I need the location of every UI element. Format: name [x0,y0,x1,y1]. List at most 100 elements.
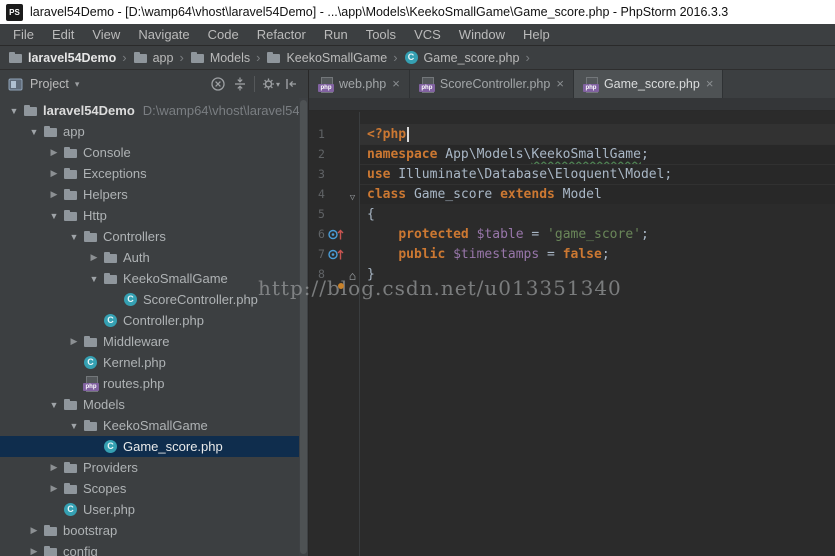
tree-scrollbar[interactable] [299,98,308,556]
expand-arrow-icon[interactable] [45,147,63,158]
breadcrumb-item[interactable]: app [133,50,190,65]
code-line: 1 <?php [309,124,835,144]
breadcrumb-item[interactable]: KeekoSmallGame [266,50,403,65]
expand-arrow-icon[interactable] [65,421,83,431]
menu-item[interactable]: Refactor [248,24,315,45]
breadcrumb-item[interactable]: laravel54Demo [8,50,133,65]
menu-item[interactable]: Edit [43,24,83,45]
code-token: 'game_score' [547,227,641,242]
code-line-text: use Illuminate\Database\Eloquent\Model; [359,164,835,184]
menu-item[interactable]: Help [514,24,559,45]
code-editor[interactable]: 1 <?php 2 [309,98,835,556]
tree-item-label: KeekoSmallGame [103,418,208,433]
tree-item[interactable]: laravel54Demo D:\wamp64\vhost\laravel54D… [0,100,308,121]
tree-item[interactable]: app [0,121,308,142]
collapse-all-icon[interactable] [229,74,251,94]
tree-item[interactable]: Controllers [0,226,308,247]
editor-gutter: 3 [309,164,359,184]
expand-arrow-icon[interactable] [85,252,103,263]
expand-arrow-icon[interactable] [65,336,83,347]
hide-panel-icon[interactable] [280,74,302,94]
code-line-text: namespace App\Models\KeekoSmallGame; [359,144,835,164]
code-line: 5 { [309,204,835,224]
menu-item[interactable]: Navigate [129,24,198,45]
breadcrumb-item[interactable]: Game_score.php [404,50,536,65]
tree-item[interactable]: User.php [0,499,308,520]
tree-item[interactable]: Exceptions [0,163,308,184]
menu-item[interactable]: Tools [357,24,405,45]
tree-item[interactable]: Controller.php [0,310,308,331]
line-number: 1 [309,127,328,141]
tree-item[interactable]: Scopes [0,478,308,499]
expand-arrow-icon[interactable] [25,127,43,137]
tree-item[interactable]: KeekoSmallGame [0,415,308,436]
tree-item[interactable]: Kernel.php [0,352,308,373]
tree-item-label: bootstrap [63,523,117,538]
tree-item[interactable]: Models [0,394,308,415]
editor-tab[interactable]: Game_score.php [574,70,723,98]
project-panel-title[interactable]: Project [30,77,69,91]
expand-arrow-icon[interactable] [45,211,63,221]
watermark-dot [338,283,344,289]
expand-arrow-icon[interactable] [65,232,83,242]
menu-item[interactable]: VCS [405,24,450,45]
close-icon[interactable] [392,79,400,89]
chevron-right-icon [525,50,529,65]
tree-item[interactable]: Providers [0,457,308,478]
tree-item-icon [63,397,79,412]
override-gutter-icon[interactable] [328,247,345,262]
chevron-down-icon[interactable] [75,79,80,90]
menu-item[interactable]: View [83,24,129,45]
tree-item-label: Console [83,145,131,160]
tree-item-label: Middleware [103,334,169,349]
close-icon[interactable] [556,79,564,89]
code-line-text: public $timestamps = false; [359,244,835,264]
tree-item[interactable]: Helpers [0,184,308,205]
tree-item[interactable]: Console [0,142,308,163]
code-token: Illuminate\Database\Eloquent\Model; [390,167,672,182]
tree-item-label: app [63,124,85,139]
tree-item-icon [63,145,79,160]
expand-arrow-icon[interactable] [45,189,63,200]
menu-item[interactable]: Code [199,24,248,45]
tree-item-label: Controller.php [123,313,204,328]
tree-item[interactable]: routes.php [0,373,308,394]
breadcrumb: laravel54Demo app Models KeekoSmallGame [8,50,536,65]
expand-arrow-icon[interactable] [45,483,63,494]
editor-tab[interactable]: ScoreController.php [410,70,574,98]
override-gutter-icon[interactable] [328,227,345,242]
tree-item[interactable]: Middleware [0,331,308,352]
fold-marker-icon[interactable] [346,185,359,204]
tree-item-label: laravel54Demo [43,103,135,118]
expand-arrow-icon[interactable] [85,274,103,284]
breadcrumb-item[interactable]: Models [190,50,267,65]
tree-item[interactable]: bootstrap [0,520,308,541]
expand-arrow-icon[interactable] [45,168,63,179]
menu-item[interactable]: File [4,24,43,45]
code-line: 3 use Illuminate\Database\Eloquent\Model… [309,164,835,184]
tree-item[interactable]: Http [0,205,308,226]
php-file-icon [318,77,334,92]
code-line: 4 class Game_score extends Model [309,184,835,204]
menu-item[interactable]: Window [450,24,514,45]
line-number: 6 [309,227,328,241]
tree-item-icon [63,166,79,181]
tree-item[interactable]: Game_score.php [0,436,308,457]
expand-arrow-icon[interactable] [45,400,63,410]
tree-item[interactable]: config [0,541,308,556]
expand-arrow-icon[interactable] [5,106,23,116]
tree-item-icon [63,481,79,496]
code-token: ; [602,247,610,262]
expand-arrow-icon[interactable] [25,546,43,556]
expand-arrow-icon[interactable] [25,525,43,536]
code-token: Game_score [406,187,500,202]
expand-arrow-icon[interactable] [45,462,63,473]
editor-tab[interactable]: web.php [309,70,410,98]
line-number: 5 [309,207,328,221]
php-file-icon [583,77,599,92]
tree-item[interactable]: Auth [0,247,308,268]
code-token [367,247,398,262]
scroll-from-source-icon[interactable] [207,74,229,94]
close-icon[interactable] [706,79,714,89]
menu-item[interactable]: Run [315,24,357,45]
